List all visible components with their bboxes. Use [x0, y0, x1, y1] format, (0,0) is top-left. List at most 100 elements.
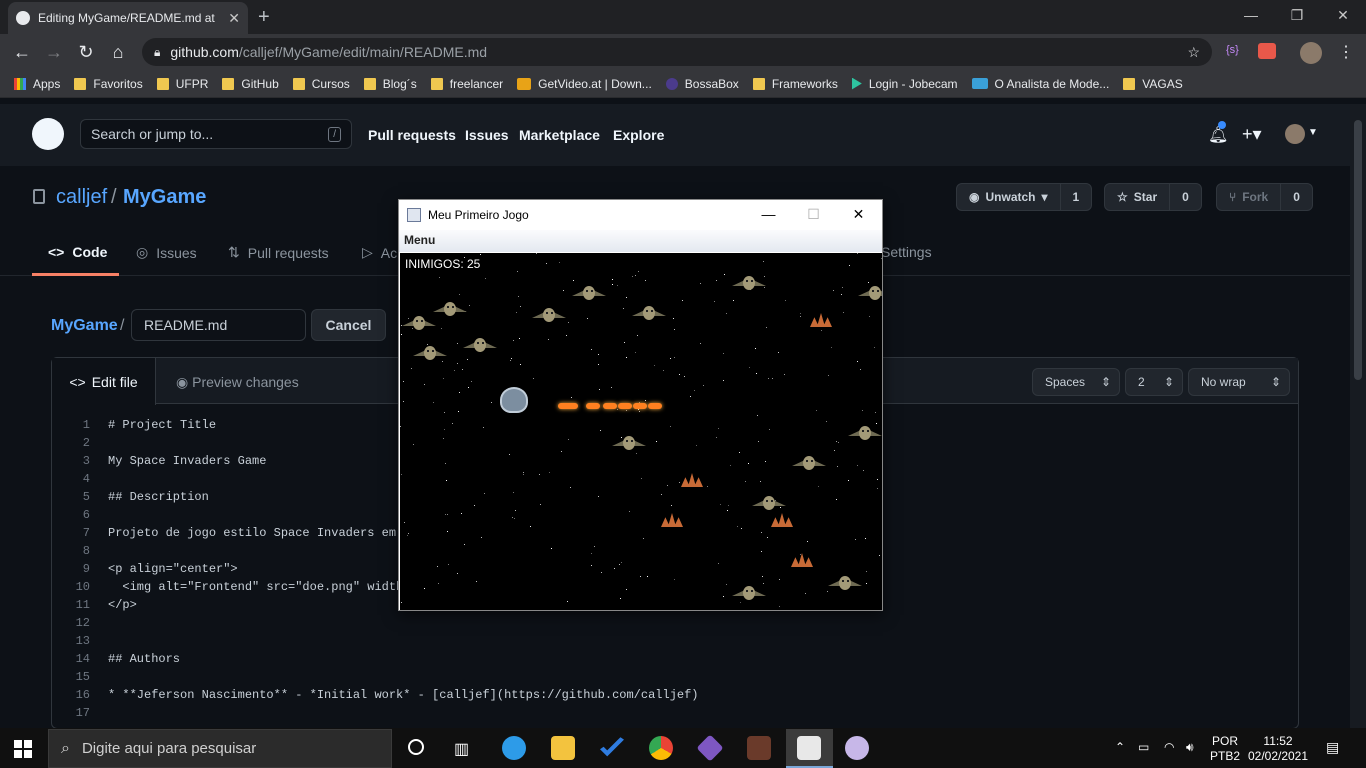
edge-icon[interactable]: [502, 736, 526, 760]
extension-record-icon[interactable]: [1258, 43, 1276, 59]
game-canvas[interactable]: INIMIGOS: 25: [400, 253, 882, 610]
clock-time: 11:52: [1263, 734, 1293, 748]
volume-icon[interactable]: 🔊︎: [1186, 740, 1194, 755]
star: [520, 306, 521, 307]
bookmark-vagas[interactable]: VAGAS: [1123, 77, 1183, 91]
cortana-icon[interactable]: [408, 739, 424, 755]
wifi-icon[interactable]: ◠: [1164, 740, 1174, 755]
tab-title: Editing MyGame/README.md at: [38, 11, 215, 25]
tab-issues[interactable]: ◎ Issues: [136, 244, 197, 261]
home-icon[interactable]: ⌂: [102, 42, 134, 63]
avatar-dropdown-icon[interactable]: ▼: [1308, 127, 1318, 138]
star: [623, 308, 624, 309]
address-bar[interactable]: 🔒︎ github.com/calljef/MyGame/edit/main/R…: [142, 38, 1212, 66]
close-window-icon[interactable]: ✕: [1320, 0, 1366, 30]
star: [635, 352, 636, 353]
unwatch-button[interactable]: ◉ Unwatch ▾ 1: [956, 183, 1093, 211]
tray-expand-icon[interactable]: ⌃: [1115, 740, 1125, 755]
bookmark-frameworks[interactable]: Frameworks: [752, 77, 838, 91]
game-minimize-icon[interactable]: —: [746, 200, 791, 228]
wrap-mode-select[interactable]: No wrap ⇕: [1188, 368, 1290, 396]
scrollbar-thumb[interactable]: [1354, 120, 1362, 380]
browser-tab[interactable]: Editing MyGame/README.md at ✕: [8, 2, 248, 34]
notifications-icon[interactable]: ▤: [1326, 740, 1339, 755]
nav-explore[interactable]: Explore: [613, 127, 664, 143]
bookmark-cursos[interactable]: Cursos: [292, 76, 350, 91]
tab-pull-requests[interactable]: ⇅ Pull requests: [228, 244, 329, 261]
star: [561, 451, 562, 452]
github-search-input[interactable]: Search or jump to... /: [80, 119, 352, 149]
task-view-icon[interactable]: ▥: [454, 739, 469, 759]
user-avatar[interactable]: [1285, 124, 1305, 144]
cancel-button[interactable]: Cancel: [311, 309, 386, 341]
nav-pull-requests[interactable]: Pull requests: [368, 127, 456, 143]
nav-marketplace[interactable]: Marketplace: [519, 127, 600, 143]
star: [459, 294, 460, 295]
file-explorer-icon[interactable]: [551, 736, 575, 760]
language-indicator[interactable]: POR PTB2: [1210, 734, 1240, 764]
extension-icon[interactable]: {s}: [1226, 44, 1239, 56]
paint-icon[interactable]: [845, 736, 869, 760]
create-new-icon[interactable]: +▾: [1242, 124, 1262, 145]
tab-settings[interactable]: Settings: [881, 244, 932, 260]
forward-icon[interactable]: →: [38, 42, 70, 63]
bookmark-getvideo[interactable]: GetVideo.at | Down...: [517, 77, 652, 91]
bookmark-blogs[interactable]: Blog´s: [363, 77, 417, 91]
game-menu[interactable]: Menu: [399, 230, 882, 252]
tab-edit-file[interactable]: <> Edit file: [52, 358, 156, 405]
battery-icon[interactable]: ▭: [1138, 740, 1149, 755]
star: [483, 427, 484, 428]
indent-size-select[interactable]: 2 ⇕: [1125, 368, 1183, 396]
chrome-menu-icon[interactable]: ⋮: [1338, 42, 1354, 62]
tab-preview-changes[interactable]: ◉ Preview changes: [176, 374, 299, 391]
indent-mode-select[interactable]: Spaces ⇕: [1032, 368, 1120, 396]
bookmarks-bar: Apps Favoritos UFPR GitHub Cursos Blog´s…: [0, 70, 1366, 98]
bookmark-label: Cursos: [311, 76, 350, 91]
bookmark-jobecam[interactable]: Login - Jobecam: [851, 77, 958, 91]
game-close-icon[interactable]: ✕: [836, 200, 881, 228]
fork-button[interactable]: ⑂ Fork 0: [1216, 183, 1313, 211]
taskbar-search-box[interactable]: ⌕ Digite aqui para pesquisar: [48, 729, 392, 768]
bookmark-star-icon[interactable]: ☆: [1187, 44, 1200, 61]
bookmark-apps[interactable]: Apps: [14, 77, 60, 91]
star: [424, 588, 425, 589]
game-maximize-icon[interactable]: ☐: [791, 200, 836, 228]
restore-icon[interactable]: ❐: [1274, 0, 1320, 30]
tab-actions[interactable]: ▷ Ac: [362, 244, 397, 261]
profile-avatar[interactable]: [1300, 42, 1322, 64]
star: [443, 378, 444, 379]
clock[interactable]: 11:52 02/02/2021: [1244, 734, 1312, 764]
url-host: github.com: [170, 44, 239, 60]
new-tab-icon[interactable]: +: [258, 6, 270, 29]
chrome-icon[interactable]: [649, 736, 673, 760]
close-tab-icon[interactable]: ✕: [228, 10, 240, 27]
repo-owner-link[interactable]: calljef: [56, 186, 107, 209]
breadcrumb-repo-link[interactable]: MyGame: [51, 317, 118, 335]
back-icon[interactable]: ←: [6, 42, 38, 63]
star-button[interactable]: ☆ Star 0: [1104, 183, 1202, 211]
star: [567, 601, 568, 602]
bookmark-ufpr[interactable]: UFPR: [156, 77, 208, 91]
tab-settings-label: Settings: [881, 244, 932, 260]
bookmark-freelancer[interactable]: freelancer: [430, 77, 503, 91]
bookmark-github[interactable]: GitHub: [222, 77, 279, 91]
reload-icon[interactable]: ↻: [70, 42, 102, 63]
tab-code[interactable]: <> Code: [48, 244, 107, 260]
game-app-icon[interactable]: [747, 736, 771, 760]
notifications-bell-icon[interactable]: 🔔︎: [1208, 125, 1228, 145]
bookmark-analista[interactable]: O Analista de Mode...: [971, 77, 1109, 91]
minimize-icon[interactable]: —: [1228, 0, 1274, 30]
star: [457, 363, 458, 364]
bookmark-favoritos[interactable]: Favoritos: [74, 77, 143, 91]
filename-input[interactable]: README.md: [131, 309, 306, 341]
bookmark-bossabox[interactable]: BossaBox: [665, 77, 739, 91]
repo-name-link[interactable]: MyGame: [123, 186, 206, 209]
search-icon: ⌕: [61, 739, 70, 757]
star: [827, 591, 828, 592]
github-logo-icon[interactable]: [32, 118, 64, 150]
star: [467, 359, 468, 360]
windows-start-icon[interactable]: [14, 740, 32, 758]
nav-issues[interactable]: Issues: [465, 127, 509, 143]
page-scrollbar[interactable]: [1350, 104, 1366, 728]
game-window[interactable]: Meu Primeiro Jogo — ☐ ✕ Menu INIMIGOS: 2…: [398, 199, 883, 611]
